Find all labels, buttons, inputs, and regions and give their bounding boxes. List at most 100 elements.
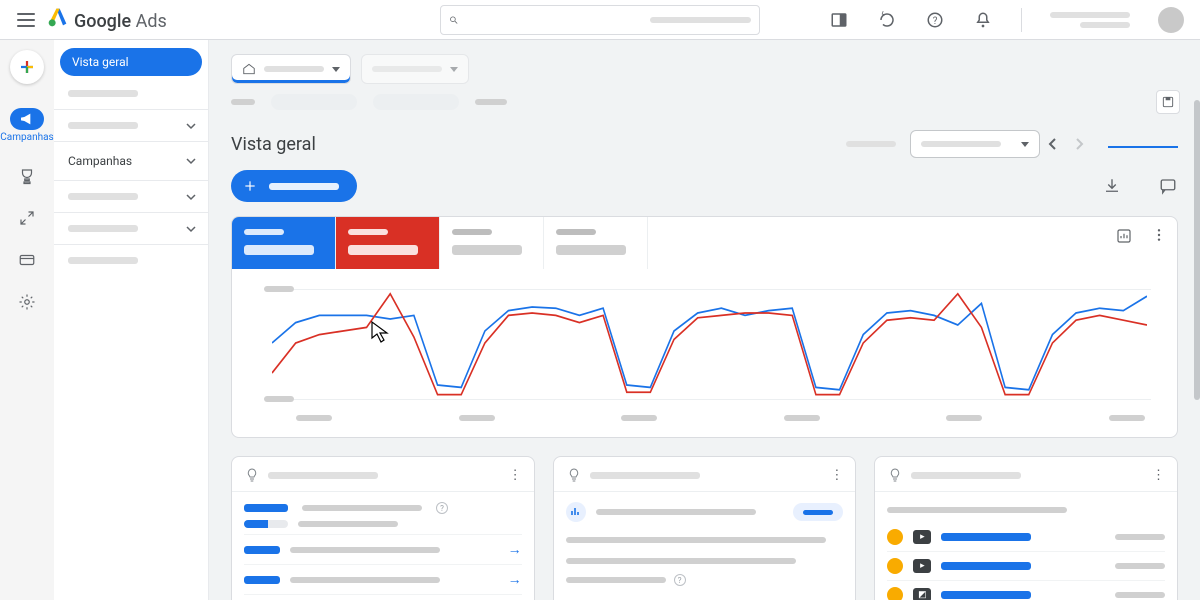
divider	[54, 180, 208, 181]
appearance-icon[interactable]	[829, 10, 849, 30]
create-button[interactable]	[10, 50, 44, 84]
rail-goals[interactable]	[18, 167, 36, 185]
video-badge-icon: ▸	[913, 559, 931, 573]
rail-campaigns[interactable]: Campanhas	[0, 108, 53, 143]
rail-tools[interactable]	[18, 209, 36, 227]
lightbulb-icon	[887, 467, 903, 483]
date-prev[interactable]	[1040, 131, 1066, 157]
scrollbar[interactable]	[1194, 100, 1200, 400]
lightbulb-icon	[244, 467, 260, 483]
account-switcher[interactable]	[1050, 12, 1130, 28]
date-next[interactable]	[1066, 131, 1092, 157]
chevron-down-icon	[186, 121, 196, 131]
search-input[interactable]	[466, 12, 642, 27]
recommendation-item[interactable]: →	[244, 535, 522, 565]
plus-icon	[241, 177, 259, 195]
sidebar-item[interactable]	[54, 249, 208, 272]
chevron-down-icon	[186, 156, 196, 166]
trophy-icon	[18, 167, 36, 185]
new-button-label-ghost	[269, 183, 339, 190]
x-tick	[946, 415, 982, 421]
metric-tabs	[232, 217, 1177, 269]
compare-label-ghost	[846, 141, 896, 147]
sidebar-item[interactable]	[54, 114, 208, 137]
divider	[54, 141, 208, 142]
status-dot-icon	[887, 529, 903, 545]
secondary-sidebar: Vista geral Campanhas	[54, 40, 209, 600]
action-row	[231, 170, 1178, 202]
video-badge-icon: ▸	[913, 530, 931, 544]
save-layout-button[interactable]	[1156, 90, 1180, 114]
scope-row	[231, 54, 1178, 84]
lightbulb-icon	[566, 467, 582, 483]
assets-card: ⋮ ▸ ▸	[874, 456, 1178, 600]
sidebar-item[interactable]	[54, 217, 208, 240]
metric-tab-4[interactable]	[544, 217, 648, 269]
x-tick	[296, 415, 332, 421]
x-tick	[459, 415, 495, 421]
notifications-icon[interactable]	[973, 10, 993, 30]
metric-tab-2[interactable]	[336, 217, 440, 269]
rail-campaigns-label: Campanhas	[0, 132, 53, 143]
cards-row: ⋮ ? → → → ⋮	[231, 456, 1178, 600]
help-icon[interactable]: ?	[925, 10, 945, 30]
summary-chart-card	[231, 216, 1178, 438]
expand-chart-icon[interactable]	[1115, 227, 1133, 245]
x-tick	[1109, 415, 1145, 421]
image-badge-icon: ◩	[913, 588, 931, 600]
x-tick	[784, 415, 820, 421]
divider	[54, 244, 208, 245]
search-placeholder-ghost	[650, 17, 751, 23]
svg-text:?: ?	[933, 15, 938, 26]
rail-admin[interactable]	[18, 293, 36, 311]
sidebar-campaigns[interactable]: Campanhas	[54, 146, 208, 176]
gear-icon	[18, 293, 36, 311]
card-icon	[18, 251, 36, 269]
insight-chip[interactable]	[793, 503, 843, 521]
chevron-down-icon	[186, 224, 196, 234]
home-icon	[242, 62, 256, 76]
card-menu[interactable]: ⋮	[830, 468, 843, 483]
divider	[54, 212, 208, 213]
page-title: Vista geral	[231, 134, 316, 155]
scope-campaign[interactable]	[361, 54, 469, 84]
user-avatar[interactable]	[1158, 7, 1184, 33]
chevron-down-icon	[186, 192, 196, 202]
recommendation-item[interactable]: →	[244, 565, 522, 595]
product-name: Google Ads	[74, 11, 167, 32]
card-menu[interactable]: ⋮	[1152, 468, 1165, 483]
refresh-icon[interactable]	[877, 10, 897, 30]
feedback-icon[interactable]	[1158, 176, 1178, 196]
sidebar-overview[interactable]: Vista geral	[60, 48, 202, 76]
divider	[54, 109, 208, 110]
card-menu[interactable]: ⋮	[509, 468, 522, 483]
date-range-picker[interactable]	[910, 130, 1040, 158]
recommendation-item[interactable]: →	[244, 595, 522, 600]
active-range-indicator	[1108, 140, 1178, 148]
info-icon[interactable]: ?	[674, 574, 686, 586]
ads-logo-icon	[48, 7, 68, 27]
chart-mini-icon	[566, 502, 586, 522]
download-icon[interactable]	[1102, 176, 1122, 196]
recommendation-item[interactable]	[244, 514, 522, 535]
asset-row[interactable]: ▸	[887, 552, 1165, 581]
sidebar-item[interactable]	[54, 185, 208, 208]
search-box[interactable]	[440, 5, 760, 35]
info-icon[interactable]: ?	[436, 502, 448, 514]
x-tick	[621, 415, 657, 421]
sidebar-item[interactable]	[54, 82, 208, 105]
status-dot-icon	[887, 587, 903, 600]
metric-tab-1[interactable]	[232, 217, 336, 269]
card-menu-icon[interactable]	[1151, 227, 1167, 243]
product-logo[interactable]: Google Ads	[48, 7, 167, 32]
scope-account[interactable]	[231, 54, 351, 84]
rail-billing[interactable]	[18, 251, 36, 269]
megaphone-icon	[19, 111, 35, 127]
tools-icon	[18, 209, 36, 227]
asset-row[interactable]: ▸	[887, 523, 1165, 552]
line-chart	[232, 269, 1177, 437]
metric-tab-3[interactable]	[440, 217, 544, 269]
asset-row[interactable]: ◩	[887, 581, 1165, 600]
new-campaign-button[interactable]	[231, 170, 357, 202]
main-menu-icon[interactable]	[16, 10, 36, 30]
